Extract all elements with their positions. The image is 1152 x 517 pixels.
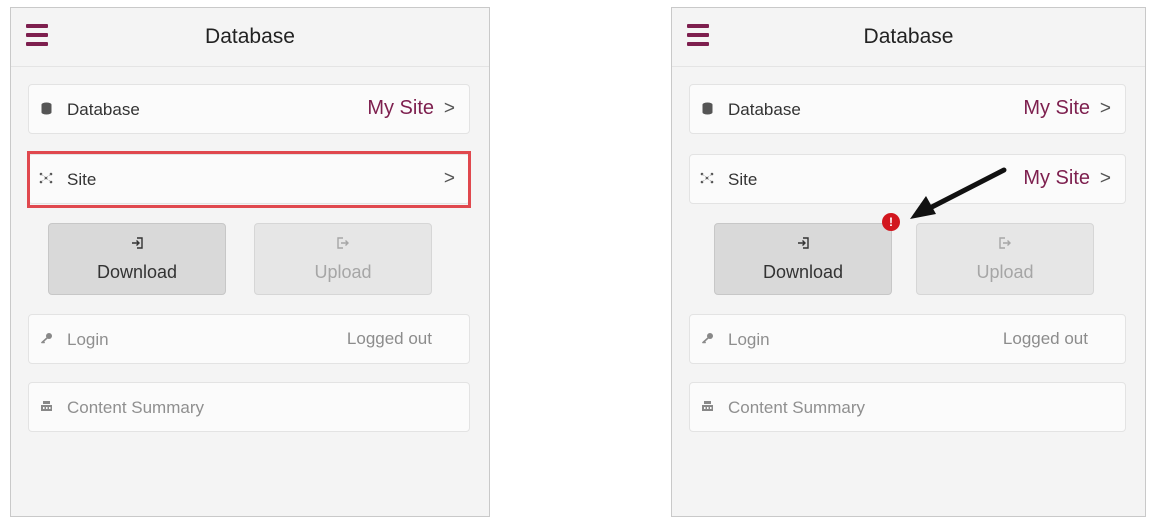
content-summary-label: Content Summary — [728, 398, 865, 417]
page-title: Database — [205, 25, 295, 48]
upload-button-label: Upload — [976, 262, 1034, 282]
download-button-label: Download — [762, 262, 844, 282]
key-icon — [39, 332, 53, 346]
key-icon — [700, 332, 714, 346]
database-row[interactable]: Database My Site > — [28, 84, 470, 134]
upload-button[interactable]: Upload — [916, 223, 1094, 295]
login-status: Logged out — [1002, 329, 1088, 348]
database-row[interactable]: Database My Site > — [689, 84, 1126, 134]
chevron-right-icon: > — [1099, 98, 1111, 119]
upload-button-label: Upload — [314, 262, 372, 282]
database-row-value: My Site — [367, 97, 434, 119]
download-icon — [49, 236, 225, 252]
site-row-highlight-box — [27, 151, 471, 208]
login-row-label: Login — [67, 330, 109, 349]
app-header: Database — [672, 8, 1145, 67]
pointer-arrow-icon — [910, 167, 1007, 219]
login-row-label: Login — [728, 330, 770, 349]
chevron-right-icon: > — [443, 98, 455, 119]
app-header: Database — [11, 8, 489, 67]
app-screen-right: Database Database My Site > Site My Site… — [671, 7, 1146, 517]
download-icon — [715, 236, 891, 252]
site-row-label: Site — [728, 170, 758, 189]
database-row-label: Database — [67, 100, 140, 119]
database-icon — [39, 102, 53, 116]
summary-icon — [700, 400, 714, 414]
chevron-right-icon: > — [1099, 168, 1111, 189]
content-summary-row[interactable]: Content Summary — [28, 382, 470, 432]
download-button[interactable]: Download — [714, 223, 892, 295]
page-title: Database — [863, 25, 954, 48]
app-screen-left: Database Database My Site > Site > Downl… — [10, 7, 490, 517]
upload-icon — [917, 236, 1093, 252]
site-icon — [700, 172, 714, 186]
upload-icon — [255, 236, 431, 252]
site-row-value: My Site — [1023, 167, 1090, 189]
database-row-value: My Site — [1023, 97, 1090, 119]
summary-icon — [39, 400, 53, 414]
content-summary-row[interactable]: Content Summary — [689, 382, 1126, 432]
content-summary-label: Content Summary — [67, 398, 204, 417]
download-button[interactable]: Download — [48, 223, 226, 295]
database-row-label: Database — [728, 100, 801, 119]
login-row[interactable]: Login Logged out — [689, 314, 1126, 364]
upload-button[interactable]: Upload — [254, 223, 432, 295]
login-row[interactable]: Login Logged out — [28, 314, 470, 364]
alert-badge: ! — [882, 213, 900, 231]
login-status: Logged out — [346, 329, 432, 348]
download-button-label: Download — [96, 262, 178, 282]
database-icon — [700, 102, 714, 116]
